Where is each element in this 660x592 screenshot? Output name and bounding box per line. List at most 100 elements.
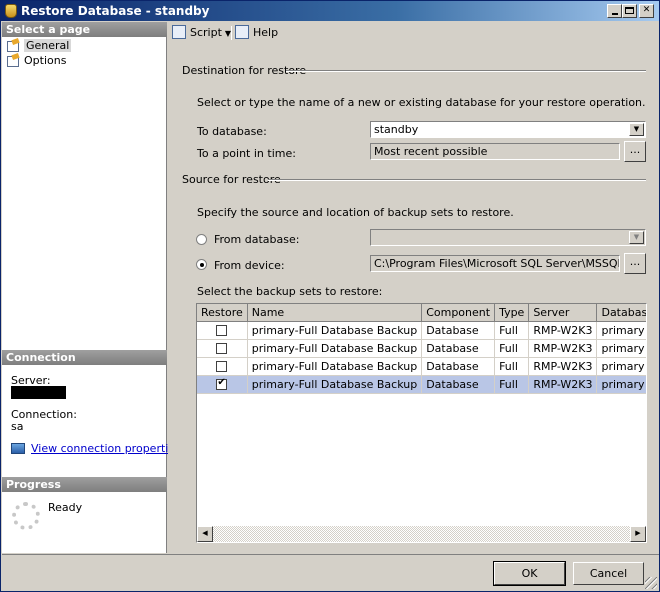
server-cell: RMP-W2K3 (528, 357, 598, 376)
column-header-server[interactable]: Server (528, 304, 598, 322)
point-in-time-label: To a point in time: (197, 147, 296, 160)
maximize-button[interactable] (622, 4, 637, 18)
help-label: Help (253, 26, 279, 39)
destination-instruction: Select or type the name of a new or exis… (197, 96, 646, 109)
name-cell: primary-Full Database Backup (247, 321, 423, 340)
from-database-combo: ▼ (370, 229, 646, 246)
database-cell: primary (596, 321, 646, 340)
page-icon (6, 39, 20, 52)
name-cell: primary-Full Database Backup (247, 357, 423, 376)
from-database-label: From database: (214, 233, 300, 246)
restore-cell (197, 339, 248, 358)
component-cell: Database (421, 357, 496, 376)
to-database-value: standby (374, 123, 419, 136)
ok-button[interactable]: OK (493, 561, 566, 586)
type-cell: Full (494, 357, 530, 376)
connection-header: Connection (2, 350, 167, 365)
connection-properties-icon (11, 443, 25, 454)
type-cell: Full (494, 339, 530, 358)
horizontal-scrollbar[interactable]: ◀ ▶ (197, 526, 646, 542)
resize-grip-icon[interactable] (645, 577, 657, 589)
minimize-icon (611, 13, 618, 15)
source-instruction: Specify the source and location of backu… (197, 206, 514, 219)
close-icon: ✕ (642, 5, 651, 15)
source-header: Source for restore (182, 173, 281, 186)
page-item-label: Options (24, 54, 67, 67)
component-cell: Database (421, 375, 496, 394)
close-button[interactable]: ✕ (639, 4, 654, 18)
restore-cell (197, 321, 248, 340)
chevron-down-icon: ▼ (629, 231, 644, 244)
point-in-time-value: Most recent possible (374, 145, 488, 158)
grid-header-row: Restore Name Component Type Server Datab… (197, 304, 646, 322)
progress-status: Ready (48, 501, 83, 514)
select-backup-sets-label: Select the backup sets to restore: (197, 285, 383, 298)
from-device-browse-button[interactable]: ... (624, 253, 646, 274)
name-cell: primary-Full Database Backup (247, 375, 423, 394)
table-row[interactable]: primary-Full Database Backup Database Fu… (197, 357, 646, 376)
page-item-options[interactable]: Options (6, 53, 66, 68)
restore-cell (197, 375, 248, 394)
script-label: Script (190, 26, 222, 39)
select-page-header: Select a page (2, 22, 167, 37)
server-value-redacted (11, 386, 66, 399)
general-page-content: Destination for restore Select or type t… (168, 45, 659, 553)
type-cell: Full (494, 321, 530, 340)
name-cell: primary-Full Database Backup (247, 339, 423, 358)
help-icon (235, 25, 249, 39)
dialog-button-bar: OK Cancel (2, 554, 659, 591)
progress-spinner-icon (12, 502, 40, 530)
table-row[interactable]: primary-Full Database Backup Database Fu… (197, 321, 646, 340)
server-cell: RMP-W2K3 (528, 339, 598, 358)
restore-checkbox[interactable] (216, 361, 228, 372)
scroll-left-button[interactable]: ◀ (197, 526, 213, 542)
database-cell: primary (596, 375, 646, 394)
to-database-combo[interactable]: standby ▼ (370, 121, 646, 138)
column-header-type[interactable]: Type (494, 304, 530, 322)
database-cell: primary (596, 357, 646, 376)
divider (268, 179, 646, 181)
server-cell: RMP-W2K3 (528, 321, 598, 340)
backup-sets-grid[interactable]: Restore Name Component Type Server Datab… (196, 303, 647, 543)
restore-checkbox[interactable] (216, 325, 228, 336)
point-in-time-field: Most recent possible (370, 143, 620, 160)
progress-header: Progress (2, 477, 167, 492)
from-device-label: From device: (214, 259, 285, 272)
column-header-database[interactable]: Database (596, 304, 646, 322)
column-header-restore[interactable]: Restore (197, 304, 248, 322)
chevron-right-icon: ▶ (635, 529, 641, 537)
server-cell: RMP-W2K3 (528, 375, 598, 394)
minimize-button[interactable] (607, 4, 622, 18)
component-cell: Database (421, 339, 496, 358)
chevron-left-icon: ◀ (202, 529, 208, 537)
page-item-general[interactable]: General (6, 38, 72, 53)
from-device-field: C:\Program Files\Microsoft SQL Server\MS… (370, 255, 620, 272)
from-device-radio[interactable] (196, 259, 207, 270)
cancel-button[interactable]: Cancel (573, 562, 644, 585)
title-bar[interactable]: Restore Database - standby ✕ (1, 1, 659, 21)
chevron-down-icon[interactable]: ▼ (629, 123, 644, 136)
script-icon (172, 25, 186, 39)
column-header-name[interactable]: Name (247, 304, 423, 322)
column-header-component[interactable]: Component (421, 304, 496, 322)
component-cell: Database (421, 321, 496, 340)
scroll-right-button[interactable]: ▶ (630, 526, 646, 542)
toolbar-separator (231, 26, 232, 40)
from-device-value: C:\Program Files\Microsoft SQL Server\MS… (374, 257, 619, 270)
maximize-icon (625, 7, 634, 14)
link-text: View connection properties (31, 442, 181, 455)
backup-sets-table: Restore Name Component Type Server Datab… (197, 304, 646, 394)
point-in-time-browse-button[interactable]: ... (624, 141, 646, 162)
to-database-label: To database: (197, 125, 267, 138)
window-title: Restore Database - standby (21, 4, 210, 18)
script-button[interactable]: Script ▼ (172, 25, 231, 41)
restore-checkbox[interactable] (216, 377, 228, 390)
view-connection-properties-link[interactable]: View connection properties (11, 442, 181, 455)
from-database-radio[interactable] (196, 234, 207, 245)
help-button[interactable]: Help (235, 25, 278, 41)
table-row[interactable]: primary-Full Database Backup Database Fu… (197, 375, 646, 394)
table-row[interactable]: primary-Full Database Backup Database Fu… (197, 339, 646, 358)
page-icon (6, 54, 20, 67)
restore-checkbox[interactable] (216, 343, 228, 354)
restore-cell (197, 357, 248, 376)
